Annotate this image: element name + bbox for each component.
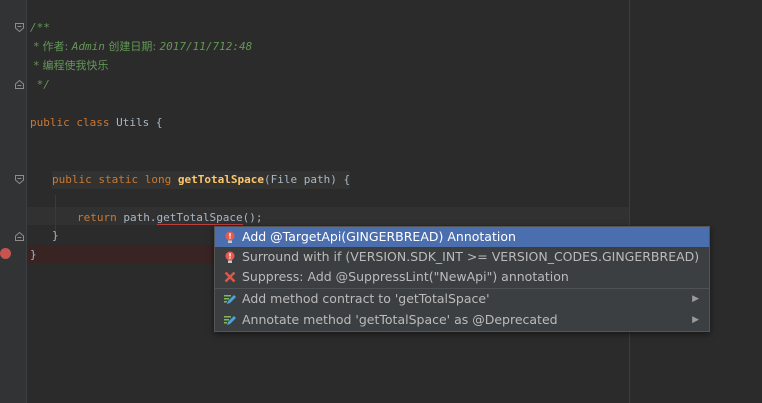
bulb-error-icon bbox=[223, 230, 237, 244]
fold-close-icon[interactable] bbox=[15, 80, 24, 89]
intention-label: Annotate method 'getTotalSpace' as @Depr… bbox=[242, 312, 558, 327]
keyword-static: static bbox=[98, 173, 139, 186]
keyword-public: public bbox=[52, 173, 92, 186]
error-call[interactable]: getTotalSpace bbox=[156, 211, 243, 225]
intention-item[interactable]: Add method contract to 'getTotalSpace' ▶ bbox=[215, 289, 709, 309]
code-line[interactable]: /** bbox=[30, 19, 50, 37]
return-end: (); bbox=[242, 211, 263, 224]
intention-item[interactable]: Add @TargetApi(GINGERBREAD) Annotation bbox=[215, 227, 709, 247]
keyword-long: long bbox=[144, 173, 172, 186]
method-name: getTotalSpace bbox=[177, 173, 264, 186]
doc-comment-text: * 编程使我快乐 bbox=[30, 59, 109, 72]
doc-author-name: Admin bbox=[71, 40, 105, 53]
code-line[interactable]: public static long getTotalSpace(File pa… bbox=[52, 171, 351, 189]
method-close-brace: } bbox=[52, 229, 59, 242]
method-params: (File path) { bbox=[263, 173, 351, 186]
code-line[interactable]: } bbox=[30, 246, 37, 264]
submenu-arrow-icon: ▶ bbox=[692, 315, 699, 325]
intention-item[interactable]: Surround with if (VERSION.SDK_INT >= VER… bbox=[215, 247, 709, 267]
cross-icon bbox=[223, 270, 237, 284]
editor-gutter bbox=[0, 0, 26, 403]
edit-pencil-icon bbox=[223, 313, 237, 327]
intention-label: Add @TargetApi(GINGERBREAD) Annotation bbox=[242, 229, 516, 244]
code-line[interactable]: * 作者: Admin 创建日期: 2017/11/712:48 bbox=[30, 38, 252, 56]
bulb-error-icon bbox=[223, 250, 237, 264]
keyword-return: return bbox=[77, 211, 117, 224]
code-line[interactable]: public class Utils { bbox=[30, 114, 162, 132]
intention-label: Add method contract to 'getTotalSpace' bbox=[242, 291, 490, 306]
gutter-divider bbox=[26, 0, 27, 403]
code-line[interactable]: * 编程使我快乐 bbox=[30, 57, 109, 75]
intention-label: Surround with if (VERSION.SDK_INT >= VER… bbox=[242, 249, 702, 264]
intention-item[interactable]: Annotate method 'getTotalSpace' as @Depr… bbox=[215, 310, 709, 330]
keyword-public: public bbox=[30, 116, 70, 129]
doc-comment-close: */ bbox=[30, 78, 50, 91]
intention-actions-popup[interactable]: Add @TargetApi(GINGERBREAD) Annotation S… bbox=[214, 226, 710, 332]
fold-open-icon[interactable] bbox=[15, 23, 24, 32]
code-line[interactable]: } bbox=[52, 227, 59, 245]
doc-date-label: 创建日期: bbox=[104, 40, 160, 53]
doc-comment-open: /** bbox=[30, 21, 50, 34]
fold-close-icon[interactable] bbox=[15, 232, 24, 241]
keyword-class: class bbox=[76, 116, 110, 129]
menu-separator bbox=[215, 288, 709, 289]
intention-label: Suppress: Add @SuppressLint("NewApi") an… bbox=[242, 269, 569, 284]
right-margin-guide bbox=[629, 0, 630, 403]
class-name: Utils { bbox=[109, 116, 163, 129]
class-close-brace: } bbox=[30, 248, 37, 261]
code-line[interactable]: return path.getTotalSpace(); bbox=[77, 209, 262, 227]
fold-open-icon[interactable] bbox=[15, 175, 24, 184]
breakpoint-icon[interactable] bbox=[0, 248, 11, 259]
code-line[interactable]: */ bbox=[30, 76, 50, 94]
submenu-arrow-icon: ▶ bbox=[692, 294, 699, 304]
edit-pencil-icon bbox=[223, 292, 237, 306]
intention-item[interactable]: Suppress: Add @SuppressLint("NewApi") an… bbox=[215, 267, 709, 287]
doc-date: 2017/11/712:48 bbox=[159, 40, 253, 53]
return-object: path. bbox=[116, 211, 157, 224]
doc-author-prefix: * 作者: bbox=[30, 40, 72, 53]
